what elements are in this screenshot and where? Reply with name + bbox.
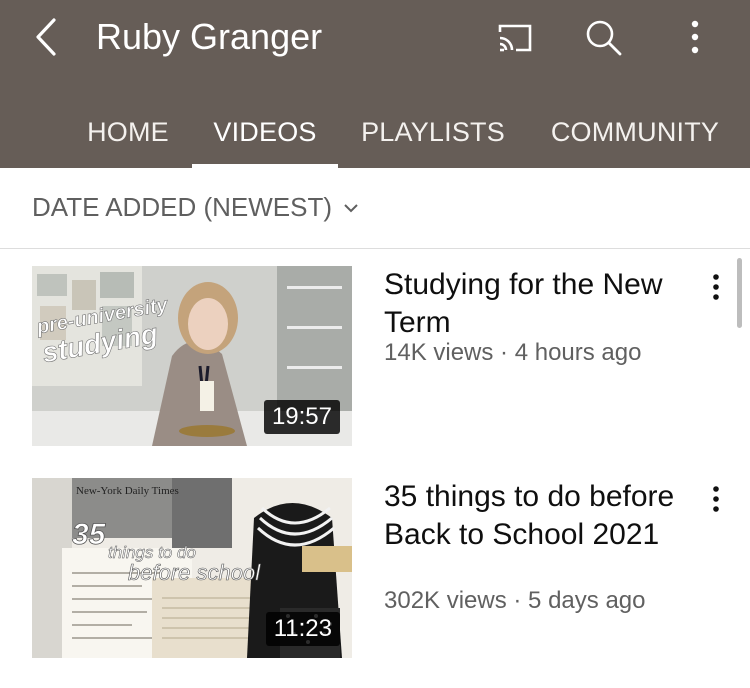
sort-dropdown[interactable]: DATE ADDED (NEWEST) <box>32 192 360 223</box>
more-vert-icon <box>713 486 719 512</box>
video-item[interactable]: New-York Daily Times 35 things to do bef… <box>0 461 750 661</box>
back-arrow-icon <box>36 18 56 56</box>
cast-button[interactable] <box>492 14 538 60</box>
back-button[interactable] <box>30 14 70 60</box>
channel-title: Ruby Granger <box>96 16 323 57</box>
svg-text:before school: before school <box>128 560 261 585</box>
sort-label: DATE ADDED (NEWEST) <box>32 192 332 222</box>
tab-home[interactable]: HOME <box>70 96 186 168</box>
video-title[interactable]: Studying for the New Term <box>384 266 684 342</box>
scrollbar[interactable] <box>737 258 742 328</box>
video-more-button[interactable] <box>700 271 732 303</box>
more-options-button[interactable] <box>672 14 718 60</box>
video-item[interactable]: pre-university studying 19:57 Studying f… <box>0 249 750 449</box>
tab-community[interactable]: COMMUNITY <box>540 96 730 168</box>
search-icon <box>586 20 622 56</box>
tab-videos[interactable]: VIDEOS <box>192 96 338 168</box>
app-bar: Ruby Granger HOME VIDEOS PLAYLISTS COMMU… <box>0 0 750 168</box>
svg-text:New-York Daily Times: New-York Daily Times <box>76 485 179 497</box>
video-title[interactable]: 35 things to do before Back to School 20… <box>384 478 684 554</box>
sort-bar: DATE ADDED (NEWEST) <box>0 168 750 249</box>
video-meta: 302K views · 5 days ago <box>384 587 646 614</box>
video-thumbnail[interactable]: pre-university studying 19:57 <box>32 266 352 446</box>
more-vert-icon <box>713 274 719 300</box>
cast-icon <box>498 24 532 52</box>
chevron-down-icon <box>344 203 358 212</box>
channel-tabs: HOME VIDEOS PLAYLISTS COMMUNITY <box>0 96 750 168</box>
more-vert-icon <box>691 20 699 54</box>
search-button[interactable] <box>580 14 626 60</box>
video-duration: 11:23 <box>265 612 340 646</box>
video-thumbnail[interactable]: New-York Daily Times 35 things to do bef… <box>32 478 352 658</box>
svg-text:35: 35 <box>72 518 107 551</box>
video-meta: 14K views · 4 hours ago <box>384 339 642 366</box>
video-more-button[interactable] <box>700 483 732 515</box>
tab-playlists[interactable]: PLAYLISTS <box>348 96 518 168</box>
video-duration: 19:57 <box>263 400 340 434</box>
